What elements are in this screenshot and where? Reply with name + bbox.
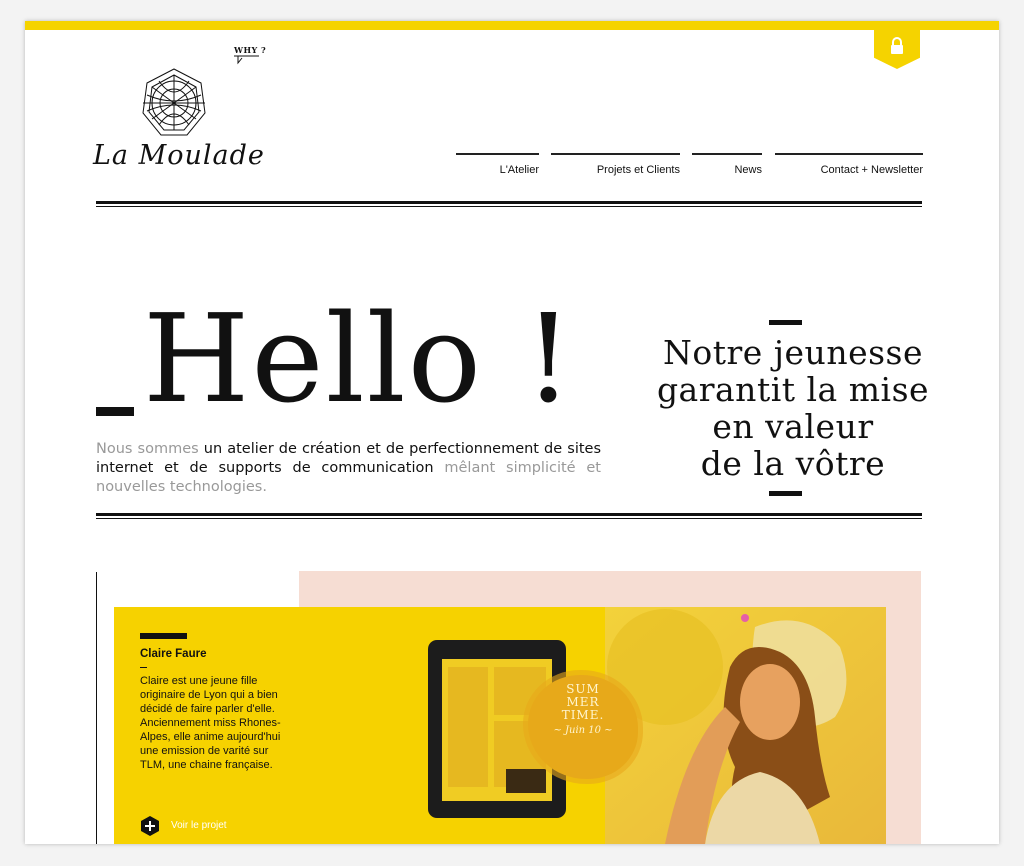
header-divider xyxy=(96,201,922,207)
hero-title: Hello ! xyxy=(143,288,575,430)
tagline-line: Notre jeunesse xyxy=(663,333,923,372)
nav-item-atelier[interactable]: L'Atelier xyxy=(456,153,539,176)
nav-item-projets[interactable]: Projets et Clients xyxy=(551,153,680,176)
project-name: Claire Faure xyxy=(140,648,207,660)
intro-lead: Nous sommes xyxy=(96,441,199,457)
tagline: Notre jeunesse garantit la mise en valeu… xyxy=(643,334,943,482)
tagline-bar-bottom xyxy=(769,491,802,496)
section-vertical-line xyxy=(96,572,97,844)
view-project-link[interactable]: Voir le projet xyxy=(171,820,227,831)
tagline-line: en valeur xyxy=(712,407,874,446)
tagline-line: garantit la mise xyxy=(656,370,930,409)
top-accent-bar xyxy=(25,21,999,30)
logo-emblem-icon[interactable] xyxy=(139,67,209,139)
project-description: Claire est une jeune fille originaire de… xyxy=(140,675,281,771)
plus-icon[interactable] xyxy=(139,815,161,837)
badge-title: SUM MER TIME. xyxy=(561,682,605,722)
logo-wordmark[interactable]: La Moulade xyxy=(93,140,265,171)
badge-date: ~ Juin 10 ~ xyxy=(553,725,613,736)
hero-intro: Nous sommes un atelier de création et de… xyxy=(96,440,601,497)
card-accent-bar xyxy=(140,633,187,639)
tagline-bar-top xyxy=(769,320,802,325)
speech-bubble-icon xyxy=(234,55,259,65)
nav-item-news[interactable]: News xyxy=(692,153,762,176)
lock-icon xyxy=(891,37,903,54)
login-badge[interactable] xyxy=(874,29,920,69)
card-dash xyxy=(140,667,147,668)
hello-underscore xyxy=(96,407,134,416)
why-link[interactable]: WHY ? xyxy=(234,45,266,55)
page-frame: WHY ? La Moulade L'Atelier Projets et Cl… xyxy=(25,21,999,844)
project-photo xyxy=(605,607,886,844)
nav-item-contact[interactable]: Contact + Newsletter xyxy=(775,153,923,176)
tagline-line: de la vôtre xyxy=(700,444,886,483)
hero-divider xyxy=(96,513,922,519)
